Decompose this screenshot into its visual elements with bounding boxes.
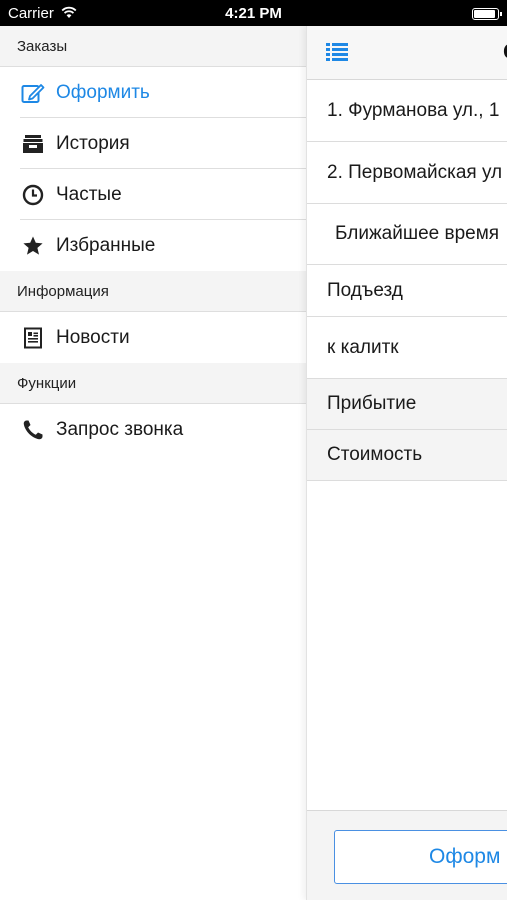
menu-item-label: Частые — [56, 183, 122, 205]
menu-item-label: Новости — [56, 326, 130, 348]
status-bar: Carrier 4:21 PM — [0, 0, 507, 26]
address-text: 1. Фурманова ул., 1 — [327, 99, 500, 121]
star-icon — [21, 234, 45, 258]
cost-row: Стоимость — [307, 430, 507, 481]
phone-icon — [21, 418, 45, 442]
status-time: 4:21 PM — [225, 5, 282, 22]
submit-order-button[interactable]: Оформ — [334, 830, 507, 884]
menu-item-history[interactable]: История — [0, 118, 306, 169]
time-row[interactable]: Ближайшее время — [307, 204, 507, 265]
section-title: Заказы — [17, 37, 68, 55]
menu-list-icon[interactable] — [326, 42, 348, 62]
screen: Carrier 4:21 PM Заказы Оформить История … — [0, 0, 507, 900]
archive-box-icon — [21, 132, 45, 156]
order-nav-bar: О — [307, 26, 507, 80]
menu-item-label: История — [56, 132, 130, 154]
arrival-row: Прибытие — [307, 379, 507, 430]
time-text: Ближайшее время — [335, 223, 500, 244]
menu-item-frequent[interactable]: Частые — [0, 169, 306, 220]
section-title: Информация — [17, 282, 109, 300]
address-row-1[interactable]: 1. Фурманова ул., 1 — [307, 80, 507, 142]
order-footer: Оформ — [307, 810, 507, 900]
section-header-functions: Функции — [0, 363, 306, 403]
menu-item-label: Избранные — [56, 234, 156, 256]
menu-item-news[interactable]: Новости — [0, 312, 306, 363]
section-title: Функции — [17, 374, 77, 392]
menu-item-compose[interactable]: Оформить — [0, 67, 306, 118]
order-panel: О 1. Фурманова ул., 1 2. Первомайская ул… — [306, 26, 507, 900]
menu-item-favorites[interactable]: Избранные — [0, 220, 306, 271]
note-row[interactable]: к калитк — [307, 317, 507, 379]
address-text: 2. Первомайская ул — [327, 161, 503, 183]
menu-item-label: Запрос звонка — [56, 418, 184, 440]
menu-item-callback[interactable]: Запрос звонка — [0, 404, 306, 455]
page-title: О — [503, 39, 507, 65]
note-text: к калитк — [327, 336, 399, 358]
entrance-row[interactable]: Подъезд — [307, 265, 507, 317]
compose-icon — [21, 81, 45, 105]
battery-icon — [472, 8, 502, 20]
cost-label: Стоимость — [327, 444, 423, 465]
address-row-2[interactable]: 2. Первомайская ул — [307, 142, 507, 204]
clock-icon — [21, 183, 45, 207]
section-header-info: Информация — [0, 271, 306, 311]
side-menu: Заказы Оформить История Частые Избранные… — [0, 26, 306, 900]
section-header-orders: Заказы — [0, 26, 306, 66]
news-icon — [21, 326, 45, 350]
entrance-label: Подъезд — [327, 279, 403, 301]
arrival-label: Прибытие — [327, 393, 417, 414]
menu-item-label: Оформить — [56, 81, 150, 103]
